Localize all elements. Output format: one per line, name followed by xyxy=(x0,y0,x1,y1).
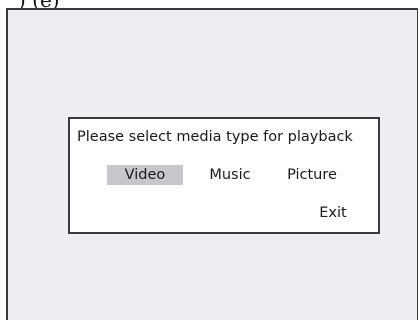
exit-button[interactable]: Exit xyxy=(316,203,350,223)
dialog-prompt: Please select media type for playback xyxy=(77,129,353,145)
tv-screen: Please select media type for playback Vi… xyxy=(6,8,418,320)
video-option-button[interactable]: Video xyxy=(107,165,183,185)
music-option-button[interactable]: Music xyxy=(203,165,257,185)
media-select-dialog: Please select media type for playback Vi… xyxy=(68,117,380,234)
picture-option-button[interactable]: Picture xyxy=(282,165,342,185)
